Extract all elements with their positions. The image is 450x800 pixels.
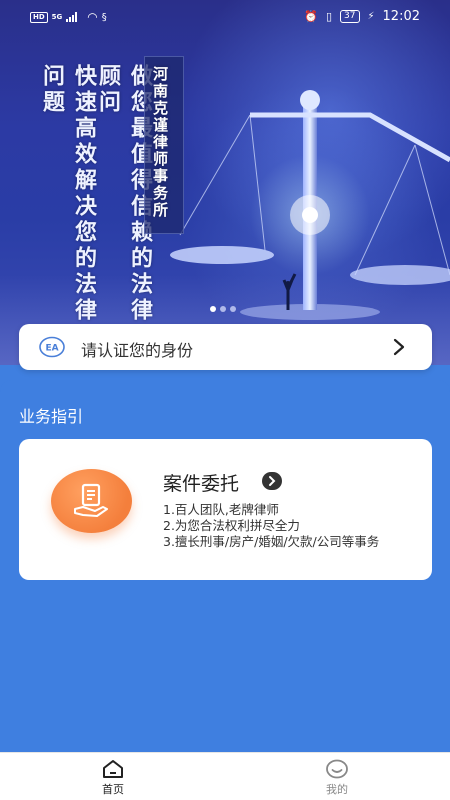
section-title: 业务指引 [19, 407, 84, 426]
case-icon-wrap [51, 469, 132, 533]
case-point: 2.为您合法权利拼尽全力 [163, 518, 300, 533]
main-content: 业务指引 案件委托 1.百人团队,老牌律师 2.为您合法权利拼尽全力 3.擅长刑… [0, 380, 450, 752]
case-point: 1.百人团队,老牌律师 [163, 502, 279, 517]
justice-scale-illustration [170, 90, 450, 320]
hd-badge: HD [30, 11, 48, 23]
battery-icon: 37 [340, 10, 360, 23]
home-icon [103, 760, 123, 778]
nav-mine-label: 我的 [326, 783, 348, 796]
svg-text:EA: EA [45, 344, 58, 354]
vibrate-icon: ▯ [325, 10, 333, 23]
bottom-nav: 首页 我的 [0, 752, 450, 800]
case-points: 1.百人团队,老牌律师 2.为您合法权利拼尽全力 3.擅长刑事/房产/婚姻/欠款… [163, 502, 379, 550]
slogan-left: 快速高效解决您的法律问题 [39, 64, 97, 324]
status-bar: HD 5G ◠ § ⏰ ▯ 37 ⚡ 12:02 [0, 0, 450, 34]
identity-verify-button[interactable]: EA 请认证您的身份 [19, 324, 432, 370]
charging-icon: ⚡ [367, 11, 375, 22]
status-left: HD 5G ◠ § [30, 10, 107, 24]
hero-banner[interactable]: HD 5G ◠ § ⏰ ▯ 37 ⚡ 12:02 快速高效解决您的法律问题 做您… [0, 0, 450, 365]
case-entrust-card[interactable]: 案件委托 1.百人团队,老牌律师 2.为您合法权利拼尽全力 3.擅长刑事/房产/… [19, 439, 432, 580]
chevron-right-circle-icon[interactable] [262, 472, 282, 490]
wifi-icon: ◠ [87, 10, 98, 24]
document-hand-icon [74, 483, 108, 517]
carousel-dot[interactable] [220, 306, 226, 312]
network-type: 5G [51, 13, 63, 21]
carousel-dot[interactable] [230, 306, 236, 312]
firm-name: 河南克谨律师事务所 [151, 66, 169, 219]
case-title: 案件委托 [163, 473, 240, 495]
profile-face-icon [326, 759, 348, 779]
clock: 12:02 [382, 9, 420, 24]
nav-mine[interactable]: 我的 [307, 759, 367, 797]
shield-icon: § [101, 11, 107, 23]
carousel-dot[interactable] [210, 306, 216, 312]
signal-icon [66, 12, 78, 22]
alarm-icon: ⏰ [304, 10, 318, 23]
identity-verify-label: 请认证您的身份 [81, 341, 194, 360]
status-right: ⏰ ▯ 37 ⚡ 12:02 [304, 9, 420, 24]
nav-home-label: 首页 [102, 783, 124, 796]
nav-home[interactable]: 首页 [83, 759, 143, 797]
carousel-indicator[interactable] [210, 306, 236, 312]
chevron-right-icon [393, 338, 405, 356]
case-point: 3.擅长刑事/房产/婚姻/欠款/公司等事务 [163, 534, 380, 549]
id-card-icon: EA [39, 336, 65, 358]
